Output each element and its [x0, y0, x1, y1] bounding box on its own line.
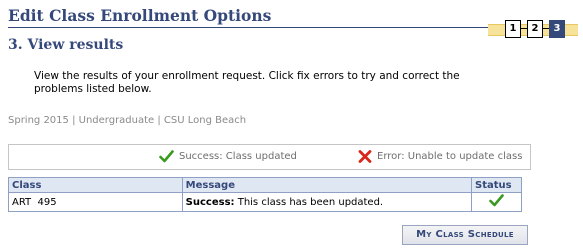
step-heading: 3. View results	[8, 37, 124, 53]
step-2-indicator: 2	[527, 20, 543, 38]
enrollment-results-table: Class Message Status ART 495 Success: Th…	[8, 177, 522, 212]
message-text: This class has been updated.	[234, 196, 384, 208]
column-header-class: Class	[8, 177, 183, 193]
message-status-prefix: Success:	[185, 196, 235, 208]
legend-error-label: Error: Unable to update class	[377, 151, 523, 162]
step-1-indicator: 1	[505, 20, 521, 38]
legend-error: Error: Unable to update class	[358, 150, 522, 163]
status-legend: Success: Class updated Error: Unable to …	[8, 144, 531, 170]
column-header-status: Status	[471, 177, 522, 193]
step-3-indicator: 3	[549, 20, 565, 38]
my-class-schedule-button[interactable]: My Class Schedule	[402, 225, 528, 245]
term-career-institution: Spring 2015 | Undergraduate | CSU Long B…	[8, 115, 247, 126]
title-divider	[8, 27, 503, 28]
table-header-row: Class Message Status	[8, 177, 522, 193]
instructions-text: View the results of your enrollment requ…	[34, 70, 460, 95]
message-cell: Success: This class has been updated.	[181, 192, 473, 212]
status-cell	[471, 192, 522, 212]
page-title: Edit Class Enrollment Options	[8, 6, 272, 25]
table-row: ART 495 Success: This class has been upd…	[8, 192, 522, 212]
checkmark-icon	[489, 194, 504, 207]
legend-success: Success: Class updated	[159, 150, 297, 163]
checkmark-icon	[159, 150, 174, 163]
column-header-message: Message	[181, 177, 473, 193]
legend-success-label: Success: Class updated	[179, 151, 297, 162]
class-cell: ART 495	[8, 192, 183, 212]
x-icon	[358, 150, 372, 163]
